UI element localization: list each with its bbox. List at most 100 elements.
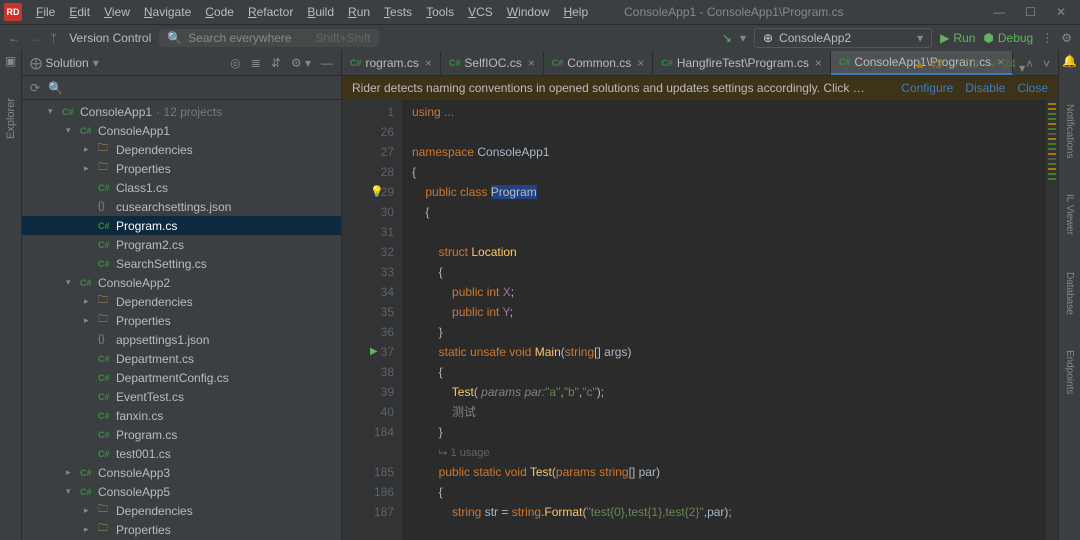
hide-icon[interactable]: — [321,56,333,70]
editor-tab[interactable]: rogram.cs× [342,51,441,75]
tree-item[interactable]: ▾ConsoleApp2 [22,273,341,292]
chevron-down-icon[interactable]: ˅ [1043,57,1050,71]
close-tab-icon[interactable]: × [637,56,644,70]
csharp-icon [839,57,851,67]
editor-tab[interactable]: HangfireTest\Program.cs× [653,51,831,75]
banner-configure[interactable]: Configure [901,81,953,95]
warnings-count: ▲ 43 [914,57,943,71]
menu-code[interactable]: Code [205,5,234,19]
tree-item[interactable]: SearchSetting.cs [22,254,341,273]
gear-icon[interactable]: ⚙ ▾ [291,56,311,70]
source[interactable]: using ...namespace ConsoleApp1{ public c… [402,100,1046,540]
menu-tests[interactable]: Tests [384,5,412,19]
banner-close[interactable]: Close [1017,81,1048,95]
collapse-icon[interactable]: ⇵ [271,56,281,70]
run-button[interactable]: ▶ Run [940,31,975,45]
close-tab-icon[interactable]: × [425,56,432,70]
menu-tools[interactable]: Tools [426,5,454,19]
tree-item[interactable]: DepartmentConfig.cs [22,368,341,387]
editor-tab[interactable]: SelfIOC.cs× [441,51,544,75]
bell-icon[interactable]: 🔔 [1062,54,1077,68]
window-title: ConsoleApp1 - ConsoleApp1\Program.cs [588,5,993,19]
app-logo: RD [4,3,22,21]
close-tab-icon[interactable]: × [815,56,822,70]
settings-icon[interactable]: ⚙ [1061,31,1072,45]
right-tool-strip: 🔔 Notifications IL Viewer Database Endpo… [1058,50,1080,540]
hammer-icon[interactable]: ↘ [722,31,732,45]
gutter[interactable]: 126272829💡3031323334353637▶3839401841851… [342,100,402,540]
banner-disable[interactable]: Disable [965,81,1005,95]
tree-item[interactable]: ▾ConsoleApp5 [22,482,341,501]
menu-window[interactable]: Window [507,5,550,19]
editor-tab[interactable]: Common.cs× [544,51,654,75]
tree-item[interactable]: ▾ConsoleApp1 [22,121,341,140]
maximize-icon[interactable]: ☐ [1025,5,1036,19]
tree-item[interactable]: ▸🗀Properties [22,520,341,539]
menu-vcs[interactable]: VCS [468,5,493,19]
main-menu: File Edit View Navigate Code Refactor Build Run… [36,5,588,19]
csharp-icon [661,58,673,68]
tree-item[interactable]: Department.cs [22,349,341,368]
vcs-branch-icon[interactable]: ᛘ [50,31,57,45]
tree-item[interactable]: ▸ConsoleApp3 [22,463,341,482]
marker-bar[interactable] [1046,100,1058,540]
run-config-select[interactable]: ⊕ ConsoleApp2 ▾ [754,28,932,48]
search-icon[interactable]: 🔍 [48,81,63,95]
csharp-icon: ⊕ [763,31,773,45]
nav-back-icon[interactable]: ← [8,31,20,45]
version-control-label[interactable]: Version Control [69,31,151,45]
menu-help[interactable]: Help [563,5,588,19]
minimize-icon[interactable]: — [993,5,1005,19]
typo-count: ✓ 24 [989,57,1016,71]
debug-button[interactable]: ⬢ Debug [983,31,1033,45]
tree-item[interactable]: ▸🗀Properties [22,311,341,330]
window-controls: — ☐ ✕ [993,5,1066,19]
menu-edit[interactable]: Edit [69,5,90,19]
code-editor[interactable]: 126272829💡3031323334353637▶3839401841851… [342,100,1058,540]
tree-item[interactable]: Program.cs [22,216,341,235]
tree-item[interactable]: {}appsettings1.json [22,330,341,349]
menu-navigate[interactable]: Navigate [144,5,191,19]
tree-item[interactable]: ▸🗀Dependencies [22,292,341,311]
explorer-tool[interactable]: Explorer [5,98,17,139]
menu-refactor[interactable]: Refactor [248,5,293,19]
tree-item[interactable]: ▾ConsoleApp1 · 12 projects [22,102,341,121]
tree-item[interactable]: Class1.cs [22,178,341,197]
database-tool[interactable]: Database [1064,272,1075,315]
search-shortcut: Shift+Shift [316,31,371,45]
tree-item[interactable]: test001.cs [22,444,341,463]
ilviewer-tool[interactable]: IL Viewer [1064,194,1075,235]
sync-icon[interactable]: ⟳ [30,81,40,95]
chevron-up-icon[interactable]: ˄ [1026,57,1033,71]
tree-item[interactable]: ▸🗀Dependencies [22,140,341,159]
folder-icon[interactable]: ▣ [5,54,16,68]
close-icon[interactable]: ✕ [1056,5,1066,19]
target-icon[interactable]: ◎ [230,56,240,70]
expand-icon[interactable]: ≣ [251,56,261,70]
menu-build[interactable]: Build [307,5,334,19]
run-gutter-icon[interactable]: ▶ [370,342,378,362]
inspection-stats[interactable]: ▲ 43 ✓ 18 ✓ 24 ˄ ˅ [914,52,1050,76]
nav-fwd-icon[interactable]: → [30,31,42,45]
notifications-tool[interactable]: Notifications [1064,104,1075,158]
lightbulb-icon[interactable]: 💡 [370,182,384,202]
more-icon[interactable]: ⋮ [1041,31,1053,45]
tree-item[interactable]: fanxin.cs [22,406,341,425]
endpoints-tool[interactable]: Endpoints [1064,350,1075,394]
menu-view[interactable]: View [104,5,130,19]
search-icon: 🔍 [167,31,182,45]
tree-item[interactable]: EventTest.cs [22,387,341,406]
tree-item[interactable]: Program2.cs [22,235,341,254]
menu-run[interactable]: Run [348,5,370,19]
csharp-icon [449,58,461,68]
tree-item[interactable]: ▸🗀Dependencies [22,501,341,520]
run-config-label: ConsoleApp2 [779,31,851,45]
editor-area: rogram.cs×SelfIOC.cs×Common.cs×HangfireT… [342,50,1058,540]
tree-item[interactable]: ▸🗀Properties [22,159,341,178]
solution-tree[interactable]: ▾ConsoleApp1 · 12 projects▾ConsoleApp1▸🗀… [22,100,341,540]
close-tab-icon[interactable]: × [528,56,535,70]
search-everywhere[interactable]: 🔍 Search everywhere Shift+Shift [159,29,378,47]
menu-file[interactable]: File [36,5,55,19]
tree-item[interactable]: {}cusearchsettings.json [22,197,341,216]
tree-item[interactable]: Program.cs [22,425,341,444]
